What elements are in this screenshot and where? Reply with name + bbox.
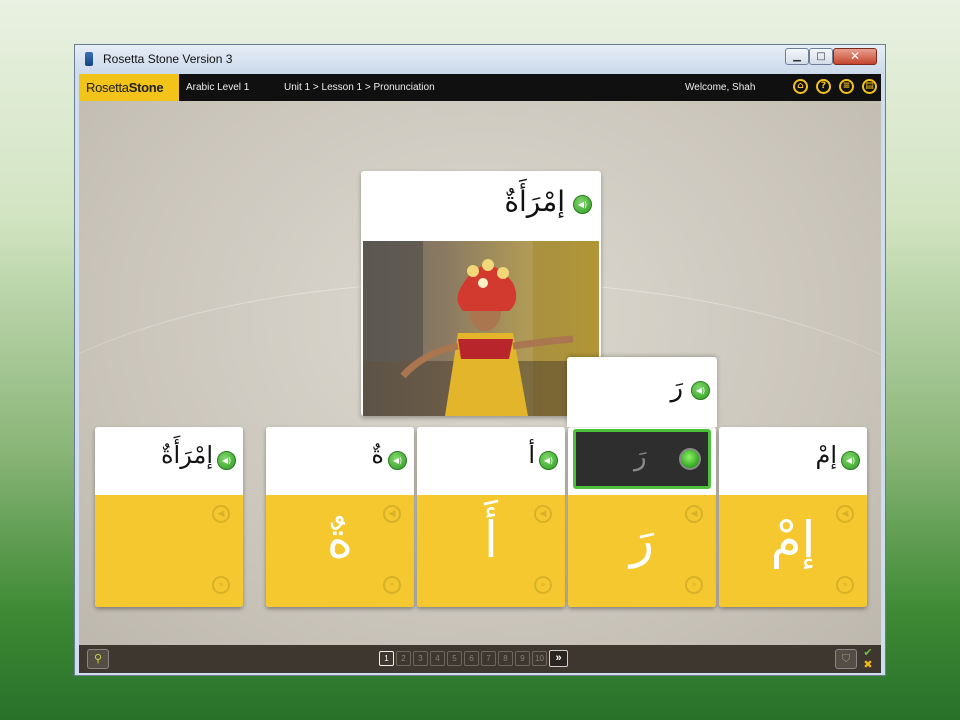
page-5-button[interactable]: 5 [447, 651, 462, 666]
microphone-level-icon[interactable] [679, 448, 701, 470]
page-6-button[interactable]: 6 [464, 651, 479, 666]
page-9-button[interactable]: 9 [515, 651, 530, 666]
card-head: ةٌ ◀) [266, 427, 414, 495]
home-icon[interactable]: ⌂ [793, 79, 808, 94]
page-10-button[interactable]: 10 [532, 651, 547, 666]
word-card-2[interactable]: ةٌ ◀) ةٌ ◀ » [266, 427, 414, 607]
play-icon[interactable]: ◀ [212, 505, 230, 523]
pronunciation-popup: رَ ◀) [567, 357, 717, 427]
word-card-3[interactable]: أ ◀) أَ ◀ » [417, 427, 565, 607]
forward-icon[interactable]: » [534, 576, 552, 594]
play-icon[interactable]: ◀ [836, 505, 854, 523]
course-name: Arabic Level 1 [186, 82, 250, 93]
word-card-1[interactable]: إمْرَأَةٌ ◀) ◀ » [95, 427, 243, 607]
main-word: إمْرَأَةٌ [504, 185, 565, 218]
breadcrumb: Unit 1 > Lesson 1 > Pronunciation [284, 82, 435, 93]
play-icon[interactable]: ◀ [685, 505, 703, 523]
logo-rest: Stone [128, 80, 164, 95]
card-yellow-panel: ◀ » [95, 495, 243, 607]
card-head: أ ◀) [417, 427, 565, 495]
card-yellow-panel: ةٌ ◀ » [266, 495, 414, 607]
welcome-text: Welcome, Shah [685, 82, 756, 93]
play-icon[interactable]: ◀ [383, 505, 401, 523]
magnifier-icon[interactable]: ⚲ [87, 649, 109, 669]
page-2-button[interactable]: 2 [396, 651, 411, 666]
forward-icon[interactable]: » [836, 576, 854, 594]
speaker-icon[interactable]: ◀) [573, 195, 592, 214]
main-word-card: إمْرَأَةٌ ◀) [361, 171, 601, 416]
card-yellow-panel: إمْ ◀ » [719, 495, 867, 607]
card-word: إمْ [815, 441, 837, 469]
record-icon[interactable]: ⛉ [835, 649, 857, 669]
app-toolbar: RosettaStone Arabic Level 1 Unit 1 > Les… [79, 74, 881, 101]
page-7-button[interactable]: 7 [481, 651, 496, 666]
speaker-icon[interactable]: ◀) [841, 451, 860, 470]
page-navigator: 1 2 3 4 5 6 7 8 9 10 » [379, 650, 568, 667]
app-icon [85, 52, 93, 66]
recording-hint: رَ [634, 442, 647, 472]
popup-word: رَ [670, 373, 683, 403]
title-bar[interactable]: Rosetta Stone Version 3 ▁ □ ✕ [75, 45, 885, 74]
page-3-button[interactable]: 3 [413, 651, 428, 666]
cross-icon: ✖ [863, 658, 873, 671]
speaker-icon[interactable]: ◀) [388, 451, 407, 470]
logo-main: Rosetta [86, 80, 129, 95]
recording-panel[interactable]: رَ [573, 429, 711, 489]
footer-bar: ⚲ 1 2 3 4 5 6 7 8 9 10 » ⛉ ✔ ✖ [79, 645, 881, 673]
speaker-icon[interactable]: ◀) [691, 381, 710, 400]
page-8-button[interactable]: 8 [498, 651, 513, 666]
application-window: Rosetta Stone Version 3 ▁ □ ✕ RosettaSto… [74, 44, 886, 676]
dancer-photo [363, 241, 599, 416]
rosetta-stone-logo: RosettaStone [79, 74, 179, 101]
card-word: ةٌ [371, 441, 384, 469]
dancer-image [363, 241, 599, 416]
play-icon[interactable]: ◀ [534, 505, 552, 523]
next-page-button[interactable]: » [549, 650, 568, 667]
speaker-icon[interactable]: ◀) [217, 451, 236, 470]
result-icons: ✔ ✖ [861, 647, 875, 671]
card-yellow-panel: رَ ◀ » [568, 495, 716, 607]
page-1-button[interactable]: 1 [379, 651, 394, 666]
card-yellow-panel: أَ ◀ » [417, 495, 565, 607]
options-icon[interactable]: ▤ [862, 79, 877, 94]
minimize-button[interactable]: ▁ [785, 48, 809, 65]
lesson-stage: إمْرَأَةٌ ◀) إمْرَأَةٌ ◀) ◀ » ةٌ ◀) ةٌ ◀… [79, 101, 881, 645]
help-icon[interactable]: ? [816, 79, 831, 94]
page-4-button[interactable]: 4 [430, 651, 445, 666]
word-card-5[interactable]: إمْ ◀) إمْ ◀ » [719, 427, 867, 607]
menu-icon[interactable]: ≡ [839, 79, 854, 94]
card-word: أ [528, 441, 535, 469]
forward-icon[interactable]: » [383, 576, 401, 594]
forward-icon[interactable]: » [212, 576, 230, 594]
close-button[interactable]: ✕ [833, 48, 877, 65]
window-title: Rosetta Stone Version 3 [103, 52, 233, 66]
forward-icon[interactable]: » [685, 576, 703, 594]
card-word: إمْرَأَةٌ [160, 441, 213, 469]
card-head: إمْرَأَةٌ ◀) [95, 427, 243, 495]
speaker-icon[interactable]: ◀) [539, 451, 558, 470]
card-head: إمْ ◀) [719, 427, 867, 495]
maximize-button[interactable]: □ [809, 48, 833, 65]
